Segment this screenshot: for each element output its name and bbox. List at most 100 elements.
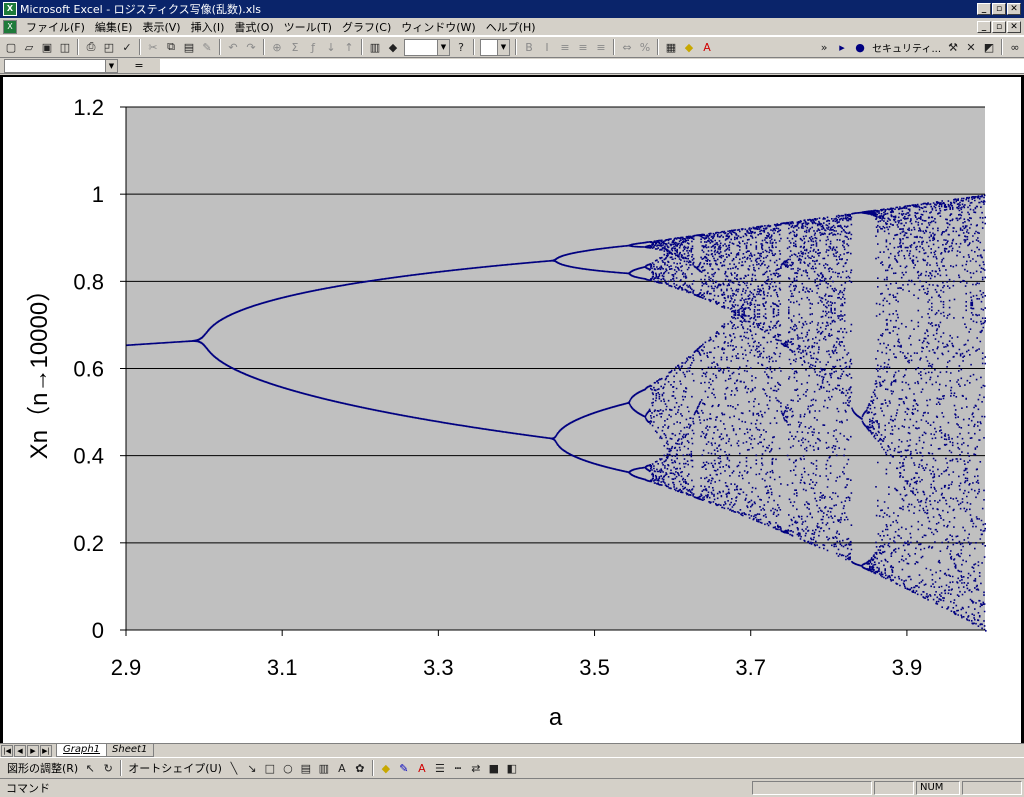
borders-icon[interactable]: ▦: [662, 38, 680, 56]
print-preview-icon[interactable]: ◰: [100, 38, 118, 56]
workbook-icon[interactable]: X: [3, 19, 17, 34]
control-toolbox-icon[interactable]: ⚒: [944, 38, 962, 56]
vertical-textbox-icon[interactable]: ▥: [315, 759, 333, 777]
sort-ascending-icon[interactable]: ↓: [322, 38, 340, 56]
undo-icon[interactable]: ↶: [224, 38, 242, 56]
line-icon[interactable]: ╲: [225, 759, 243, 777]
formula-equals-button[interactable]: =: [124, 59, 154, 73]
minimize-button[interactable]: _: [977, 3, 991, 15]
paste-icon[interactable]: ▤: [180, 38, 198, 56]
first-sheet-icon[interactable]: |◀: [1, 744, 13, 757]
arrow-style-icon[interactable]: ⇄: [467, 759, 485, 777]
clipart-icon[interactable]: ✿: [351, 759, 369, 777]
permission-icon[interactable]: ◫: [56, 38, 74, 56]
menu-insert[interactable]: 挿入(I): [186, 19, 230, 35]
x-axis-title: a: [549, 704, 563, 731]
tools-icon[interactable]: ✕: [962, 38, 980, 56]
align-right-icon[interactable]: ≡: [592, 38, 610, 56]
restore-button[interactable]: ▫: [992, 3, 1006, 15]
close-button[interactable]: ✕: [1007, 3, 1021, 15]
status-panel: [874, 781, 914, 795]
chart-wizard-icon[interactable]: ▥: [366, 38, 384, 56]
function-icon[interactable]: ƒ: [304, 38, 322, 56]
menu-format[interactable]: 書式(O): [229, 19, 278, 35]
draw-font-color-icon[interactable]: A: [413, 759, 431, 777]
status-panel: [962, 781, 1022, 795]
print-icon[interactable]: ⎙: [82, 38, 100, 56]
menu-view[interactable]: 表示(V): [137, 19, 185, 35]
free-rotate-icon[interactable]: ↻: [99, 759, 117, 777]
window-title-bar[interactable]: X Microsoft Excel - ロジスティクス写像(乱数).xls _ …: [0, 0, 1024, 18]
autosum-icon[interactable]: Σ: [286, 38, 304, 56]
bifurcation-chart[interactable]: 2.9 3.1 3.3 3.5 3.7 3.9 0 0.2 0.4 0.6 0.8 1 1.2 a Xn…: [3, 77, 1021, 743]
map-icon[interactable]: ◆: [384, 38, 402, 56]
play-icon[interactable]: ▸: [833, 38, 851, 56]
menu-edit[interactable]: 編集(E): [90, 19, 138, 35]
open-folder-icon[interactable]: ▱: [20, 38, 38, 56]
arrow-icon[interactable]: ↘: [243, 759, 261, 777]
last-sheet-icon[interactable]: ▶|: [40, 744, 52, 757]
format-painter-icon[interactable]: ✎: [198, 38, 216, 56]
percent-icon[interactable]: %: [636, 38, 654, 56]
y-tick-label: 0.2: [73, 531, 104, 556]
draw-menu-button[interactable]: 図形の調整(R): [4, 760, 81, 776]
3d-icon[interactable]: ◧: [503, 759, 521, 777]
prev-sheet-icon[interactable]: ◀: [14, 744, 26, 757]
y-axis-title: Xn（n→10000）: [26, 278, 53, 459]
autoshapes-menu-button[interactable]: オートシェイプ(U): [125, 760, 225, 776]
tab-graph1[interactable]: Graph1: [56, 744, 108, 757]
name-box[interactable]: ▼: [4, 58, 118, 73]
line-style-icon[interactable]: ☰: [431, 759, 449, 777]
record-icon[interactable]: ●: [851, 38, 869, 56]
zoom-combo[interactable]: ▼: [404, 38, 450, 56]
y-tick-label: 1: [92, 182, 104, 207]
menu-tools[interactable]: ツール(T): [279, 19, 337, 35]
dash-style-icon[interactable]: ┅: [449, 759, 467, 777]
next-sheet-icon[interactable]: ▶: [27, 744, 39, 757]
oval-icon[interactable]: ○: [279, 759, 297, 777]
security-button[interactable]: セキュリティ...: [869, 40, 944, 55]
draw-fill-color-icon[interactable]: ◆: [377, 759, 395, 777]
x-tick-label: 3.1: [267, 655, 298, 680]
cut-icon[interactable]: ✂: [144, 38, 162, 56]
formula-bar: ▼ =: [0, 58, 1024, 74]
font-size-combo[interactable]: ▼: [480, 38, 510, 56]
sort-descending-icon[interactable]: ↑: [340, 38, 358, 56]
help-icon[interactable]: ?: [452, 38, 470, 56]
spelling-icon[interactable]: ✓: [118, 38, 136, 56]
toolbar-options-icon[interactable]: »: [815, 38, 833, 56]
italic-icon[interactable]: I: [538, 38, 556, 56]
doc-restore-button[interactable]: ▫: [992, 20, 1006, 33]
rectangle-icon[interactable]: □: [261, 759, 279, 777]
doc-minimize-button[interactable]: _: [977, 20, 991, 33]
line-color-icon[interactable]: ✎: [395, 759, 413, 777]
redo-icon[interactable]: ↷: [242, 38, 260, 56]
num-lock-indicator: NUM: [916, 781, 960, 795]
menu-file[interactable]: ファイル(F): [21, 19, 90, 35]
align-left-icon[interactable]: ≡: [556, 38, 574, 56]
menu-bar: X ファイル(F) 編集(E) 表示(V) 挿入(I) 書式(O) ツール(T)…: [0, 18, 1024, 36]
chevron-down-icon: ▼: [497, 39, 509, 55]
bold-icon[interactable]: B: [520, 38, 538, 56]
tab-sheet1[interactable]: Sheet1: [105, 744, 155, 757]
hyperlink-icon[interactable]: ⊕: [268, 38, 286, 56]
shadow-icon[interactable]: ■: [485, 759, 503, 777]
font-color-icon[interactable]: A: [698, 38, 716, 56]
save-icon[interactable]: ▣: [38, 38, 56, 56]
menu-window[interactable]: ウィンドウ(W): [396, 19, 480, 35]
menu-help[interactable]: ヘルプ(H): [481, 19, 541, 35]
align-center-icon[interactable]: ≡: [574, 38, 592, 56]
textbox-icon[interactable]: ▤: [297, 759, 315, 777]
design-mode-icon[interactable]: ◩: [980, 38, 998, 56]
wordart-icon[interactable]: A: [333, 759, 351, 777]
chart-sheet[interactable]: 2.9 3.1 3.3 3.5 3.7 3.9 0 0.2 0.4 0.6 0.8 1 1.2 a Xn…: [0, 75, 1024, 743]
menu-chart[interactable]: グラフ(C): [337, 19, 396, 35]
copy-icon[interactable]: ⧉: [162, 38, 180, 56]
doc-close-button[interactable]: ✕: [1007, 20, 1021, 33]
formula-input[interactable]: [160, 58, 1024, 73]
link-icon[interactable]: ∞: [1006, 38, 1024, 56]
new-document-icon[interactable]: ▢: [2, 38, 20, 56]
select-pointer-icon[interactable]: ↖: [81, 759, 99, 777]
merge-center-icon[interactable]: ⇔: [618, 38, 636, 56]
fill-color-icon[interactable]: ◆: [680, 38, 698, 56]
